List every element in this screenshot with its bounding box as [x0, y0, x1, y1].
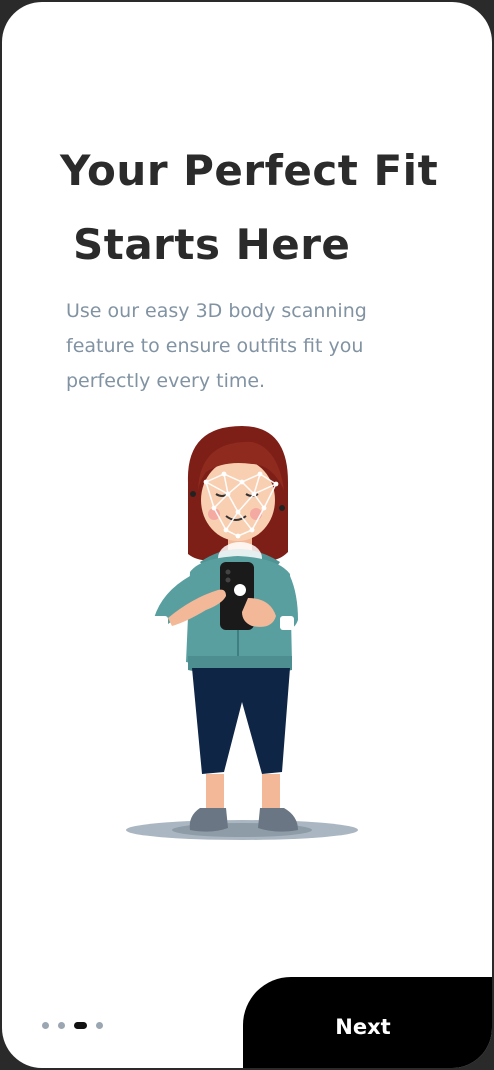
pagination-dot[interactable]: [42, 1021, 49, 1029]
pagination-dot-active[interactable]: [74, 1021, 87, 1029]
next-button[interactable]: Next: [243, 977, 492, 1068]
page-title: Your Perfect Fit Starts Here: [60, 134, 438, 282]
onboarding-screen: Your Perfect Fit Starts Here Use our eas…: [2, 2, 492, 1068]
pagination-dot[interactable]: [58, 1021, 65, 1029]
next-button-label: Next: [335, 1015, 391, 1039]
title-line-1: Your Perfect Fit: [60, 146, 439, 195]
pagination-dot[interactable]: [96, 1021, 103, 1029]
description-text: Use our easy 3D body scanning feature to…: [66, 300, 367, 392]
title-line-2: Starts Here: [73, 220, 351, 269]
woman-face-scanning-illustration: [126, 426, 358, 840]
pagination-dots: [42, 1020, 103, 1030]
